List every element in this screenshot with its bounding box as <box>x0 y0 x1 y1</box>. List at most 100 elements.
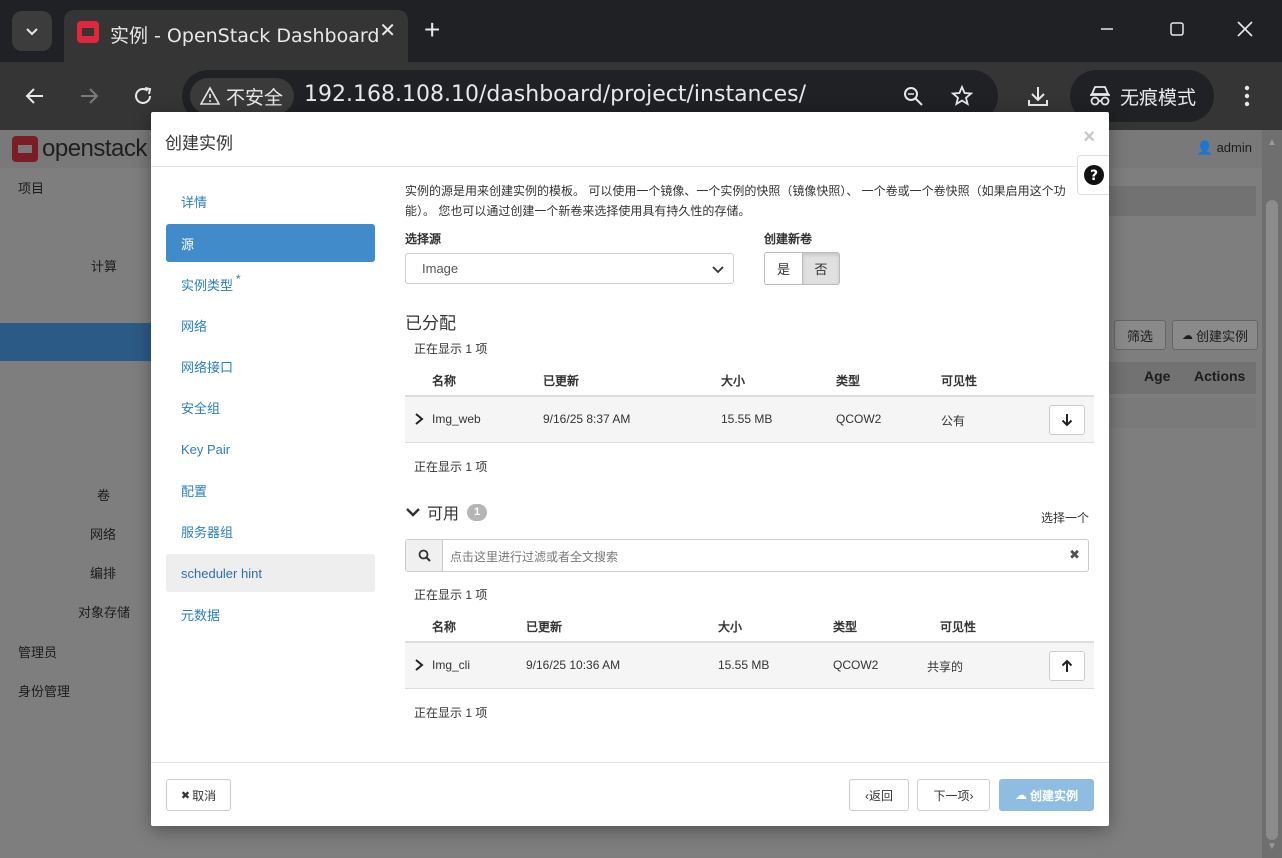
available-search-bar: 点击这里进行过滤或者全文搜索 ✖ <box>405 539 1089 572</box>
window-close-icon[interactable] <box>1230 14 1260 44</box>
svg-text:?: ? <box>1089 168 1097 184</box>
new-tab-icon[interactable]: + <box>424 12 440 48</box>
col-name[interactable]: 名称 <box>432 618 456 635</box>
modal-close-icon[interactable]: × <box>1083 126 1095 149</box>
bookmark-star-icon[interactable] <box>946 80 978 112</box>
wizard-step-key-pair[interactable]: Key Pair <box>166 430 375 468</box>
page-scrollbar[interactable]: ▲ ▼ <box>1262 130 1282 858</box>
chevron-down-icon <box>712 266 724 274</box>
col-actions: Actions <box>1194 368 1246 384</box>
wizard-step-network-ports[interactable]: 网络接口 <box>166 347 375 385</box>
create-instance-button[interactable]: ☁ 创建实例 <box>999 779 1094 811</box>
next-button[interactable]: 下一项› <box>917 779 990 811</box>
security-label: 不安全 <box>226 86 284 109</box>
table-header: 名称 已更新 大小 类型 可见性 <box>405 609 1094 643</box>
chevron-down-icon <box>26 28 38 36</box>
wizard-step-server-groups[interactable]: 服务器组 <box>166 512 375 550</box>
nav-volumes[interactable]: 卷 <box>97 485 110 504</box>
nav-identity[interactable]: 身份管理 <box>18 681 70 700</box>
back-button[interactable]: ‹返回 <box>849 779 909 811</box>
wizard-step-configuration[interactable]: 配置 <box>166 471 375 509</box>
back-icon[interactable] <box>17 78 53 114</box>
chevron-right-icon[interactable] <box>413 413 425 425</box>
close-icon: ✖ <box>180 789 191 802</box>
nav-network[interactable]: 网络 <box>90 524 116 543</box>
warning-icon <box>200 86 220 105</box>
cell-size: 15.55 MB <box>721 412 773 426</box>
openstack-favicon-icon <box>77 21 99 43</box>
nav-object-store[interactable]: 对象存储 <box>78 602 130 621</box>
col-age[interactable]: Age <box>1144 368 1170 384</box>
cloud-upload-icon: ☁ <box>1014 788 1027 802</box>
zoom-icon[interactable] <box>897 80 929 112</box>
wizard-step-metadata[interactable]: 元数据 <box>166 595 375 633</box>
download-icon[interactable] <box>1020 78 1056 114</box>
scroll-up-icon[interactable]: ▲ <box>1266 136 1278 148</box>
create-volume-yes-button[interactable]: 是 <box>764 252 802 285</box>
arrow-up-icon <box>1061 659 1073 672</box>
nav-orchestration[interactable]: 编排 <box>90 563 116 582</box>
available-count-top: 正在显示 1 项 <box>414 588 488 602</box>
wizard-step-security-groups[interactable]: 安全组 <box>166 388 375 426</box>
chevron-down-icon <box>406 508 420 517</box>
col-type[interactable]: 类型 <box>833 618 857 635</box>
search-icon-addon <box>406 540 443 571</box>
create-volume-no-button[interactable]: 否 <box>802 252 840 285</box>
cancel-button[interactable]: ✖ 取消 <box>166 779 231 811</box>
nav-admin[interactable]: 管理员 <box>18 642 57 661</box>
tab-search-button[interactable] <box>12 11 52 51</box>
wizard-step-details[interactable]: 详情 <box>166 182 375 220</box>
maximize-icon[interactable] <box>1162 14 1192 44</box>
reload-icon[interactable] <box>125 78 161 114</box>
help-button[interactable]: ? <box>1077 155 1109 195</box>
col-visibility[interactable]: 可见性 <box>940 618 976 635</box>
browser-tab[interactable]: 实例 - OpenStack Dashboard ✕ <box>64 10 408 62</box>
available-header[interactable]: 可用 1 <box>405 499 488 525</box>
wizard-step-scheduler-hint[interactable]: scheduler hint <box>166 554 375 592</box>
filter-button[interactable]: 筛选 <box>1114 320 1166 350</box>
user-menu[interactable]: 👤 admin <box>1197 140 1252 156</box>
wizard-step-networks[interactable]: 网络 <box>166 306 375 344</box>
select-source-dropdown[interactable]: Image <box>405 253 734 284</box>
more-menu-icon[interactable] <box>1229 78 1265 114</box>
help-icon: ? <box>1083 165 1104 185</box>
col-updated[interactable]: 已更新 <box>543 372 579 389</box>
cell-name: Img_cli <box>432 658 471 672</box>
table-row: Img_web 9/16/25 8:37 AM 15.55 MB QCOW2 公… <box>405 397 1094 443</box>
col-name[interactable]: 名称 <box>432 372 456 389</box>
minimize-icon[interactable] <box>1092 14 1122 44</box>
modal-title: 创建实例 <box>165 134 233 153</box>
allocate-button[interactable] <box>1049 651 1085 681</box>
wizard-step-source[interactable]: 源 <box>166 224 375 262</box>
bg-create-instance-button[interactable]: ☁ 创建实例 <box>1172 320 1258 350</box>
forward-icon[interactable] <box>71 78 107 114</box>
openstack-logo: openstack <box>12 135 147 162</box>
col-visibility[interactable]: 可见性 <box>941 372 977 389</box>
search-input[interactable]: 点击这里进行过滤或者全文搜索 <box>450 548 618 565</box>
available-table: 名称 已更新 大小 类型 可见性 Img_cli 9/16/25 10:36 A… <box>405 609 1094 693</box>
tab-title: 实例 - OpenStack Dashboard <box>110 25 380 47</box>
select-source-label: 选择源 <box>405 232 442 246</box>
chevron-right-icon[interactable] <box>413 659 425 671</box>
cell-size: 15.55 MB <box>718 658 770 672</box>
nav-compute[interactable]: 计算 <box>91 256 117 275</box>
wizard-step-flavor[interactable]: 实例类型 * <box>166 265 375 303</box>
scroll-down-icon[interactable]: ▼ <box>1266 840 1278 852</box>
search-clear-icon[interactable]: ✖ <box>1069 547 1080 563</box>
search-icon <box>418 549 431 562</box>
col-size[interactable]: 大小 <box>718 618 742 635</box>
col-updated[interactable]: 已更新 <box>526 618 562 635</box>
url-text[interactable]: 192.168.108.10/dashboard/project/instanc… <box>304 82 806 107</box>
col-size[interactable]: 大小 <box>721 372 745 389</box>
nav-project[interactable]: 项目 <box>18 178 44 197</box>
cell-visibility: 共享的 <box>927 660 964 674</box>
create-volume-toggle: 是 否 <box>764 252 840 285</box>
scroll-thumb[interactable] <box>1266 200 1278 840</box>
nav-active-item[interactable] <box>0 323 152 361</box>
col-type[interactable]: 类型 <box>836 372 860 389</box>
create-volume-label: 创建新卷 <box>764 232 813 246</box>
cell-updated: 9/16/25 10:36 AM <box>526 658 621 672</box>
security-indicator[interactable]: 不安全 <box>190 78 294 114</box>
deallocate-button[interactable] <box>1049 405 1085 435</box>
tab-close-icon[interactable]: ✕ <box>379 18 396 43</box>
